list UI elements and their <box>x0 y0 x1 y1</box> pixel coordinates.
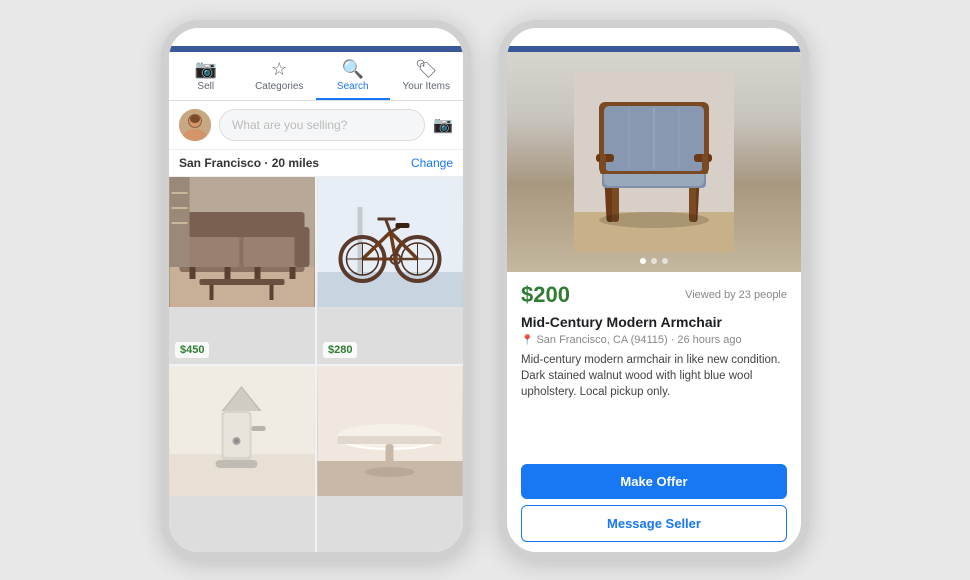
sell-input[interactable]: What are you selling? <box>219 109 425 141</box>
price-row: $200 Viewed by 23 people <box>521 282 787 308</box>
product-location: San Francisco, CA (94115) <box>536 334 667 346</box>
nav-tabs: 📷 Sell ☆ Categories 🔍 Search 🏷 Your Item… <box>169 52 463 101</box>
tab-search-label: Search <box>337 81 369 92</box>
listing-item-table[interactable] <box>317 366 463 553</box>
viewed-by-text: Viewed by 23 people <box>685 289 787 301</box>
phones-container: 📷 Sell ☆ Categories 🔍 Search 🏷 Your Item… <box>161 20 809 560</box>
tab-categories-label: Categories <box>255 81 303 92</box>
your-items-icon: 🏷 <box>415 60 438 78</box>
time-separator: · <box>671 334 675 346</box>
make-offer-button[interactable]: Make Offer <box>521 464 787 499</box>
product-image-area <box>507 52 801 272</box>
message-seller-button[interactable]: Message Seller <box>521 505 787 542</box>
action-buttons: Make Offer Message Seller <box>507 464 801 552</box>
product-title: Mid-Century Modern Armchair <box>521 314 787 330</box>
product-meta: 📍 San Francisco, CA (94115) · 26 hours a… <box>521 334 787 346</box>
listing-item-sofa[interactable]: $450 <box>169 177 315 364</box>
listings-grid: $450 <box>169 177 463 552</box>
camera-icon[interactable]: 📷 <box>433 115 453 135</box>
phone-left-content: What are you selling? 📷 San Francisco · … <box>169 101 463 552</box>
detail-info: $200 Viewed by 23 people Mid-Century Mod… <box>507 272 801 464</box>
sell-icon: 📷 <box>195 60 217 78</box>
chair-image <box>574 72 734 252</box>
status-bar-left <box>169 28 463 46</box>
tab-sell[interactable]: 📷 Sell <box>169 52 243 100</box>
listing-price-bike: $280 <box>323 342 357 358</box>
tab-your-items-label: Your Items <box>403 81 450 92</box>
search-bar: What are you selling? 📷 <box>169 101 463 150</box>
tab-search[interactable]: 🔍 Search <box>316 52 390 100</box>
phone-left: 📷 Sell ☆ Categories 🔍 Search 🏷 Your Item… <box>161 20 471 560</box>
product-description: Mid-century modern armchair in like new … <box>521 352 787 400</box>
status-bar-right <box>507 28 801 46</box>
change-location-button[interactable]: Change <box>411 156 453 170</box>
listing-image-sofa <box>169 177 315 307</box>
listing-item-lamp[interactable] <box>169 366 315 553</box>
detail-view: $200 Viewed by 23 people Mid-Century Mod… <box>507 52 801 552</box>
dot-3 <box>662 258 668 264</box>
user-avatar <box>179 109 211 141</box>
product-price: $200 <box>521 282 570 308</box>
dot-1 <box>640 258 646 264</box>
listing-item-bike[interactable]: $280 <box>317 177 463 364</box>
categories-icon: ☆ <box>271 60 287 78</box>
tab-categories[interactable]: ☆ Categories <box>243 52 317 100</box>
image-dots <box>640 258 668 264</box>
listing-price-sofa: $450 <box>175 342 209 358</box>
listing-image-lamp <box>169 366 315 496</box>
pin-icon: 📍 <box>521 335 533 346</box>
location-text: San Francisco · 20 miles <box>179 156 319 170</box>
search-icon: 🔍 <box>342 60 364 78</box>
phone-right: $200 Viewed by 23 people Mid-Century Mod… <box>499 20 809 560</box>
sell-placeholder: What are you selling? <box>232 118 347 132</box>
tab-sell-label: Sell <box>197 81 214 92</box>
listing-image-bike <box>317 177 463 307</box>
product-time-ago: 26 hours ago <box>677 334 741 346</box>
location-bar: San Francisco · 20 miles Change <box>169 150 463 177</box>
tab-your-items[interactable]: 🏷 Your Items <box>390 52 464 100</box>
listing-image-table <box>317 366 463 496</box>
dot-2 <box>651 258 657 264</box>
